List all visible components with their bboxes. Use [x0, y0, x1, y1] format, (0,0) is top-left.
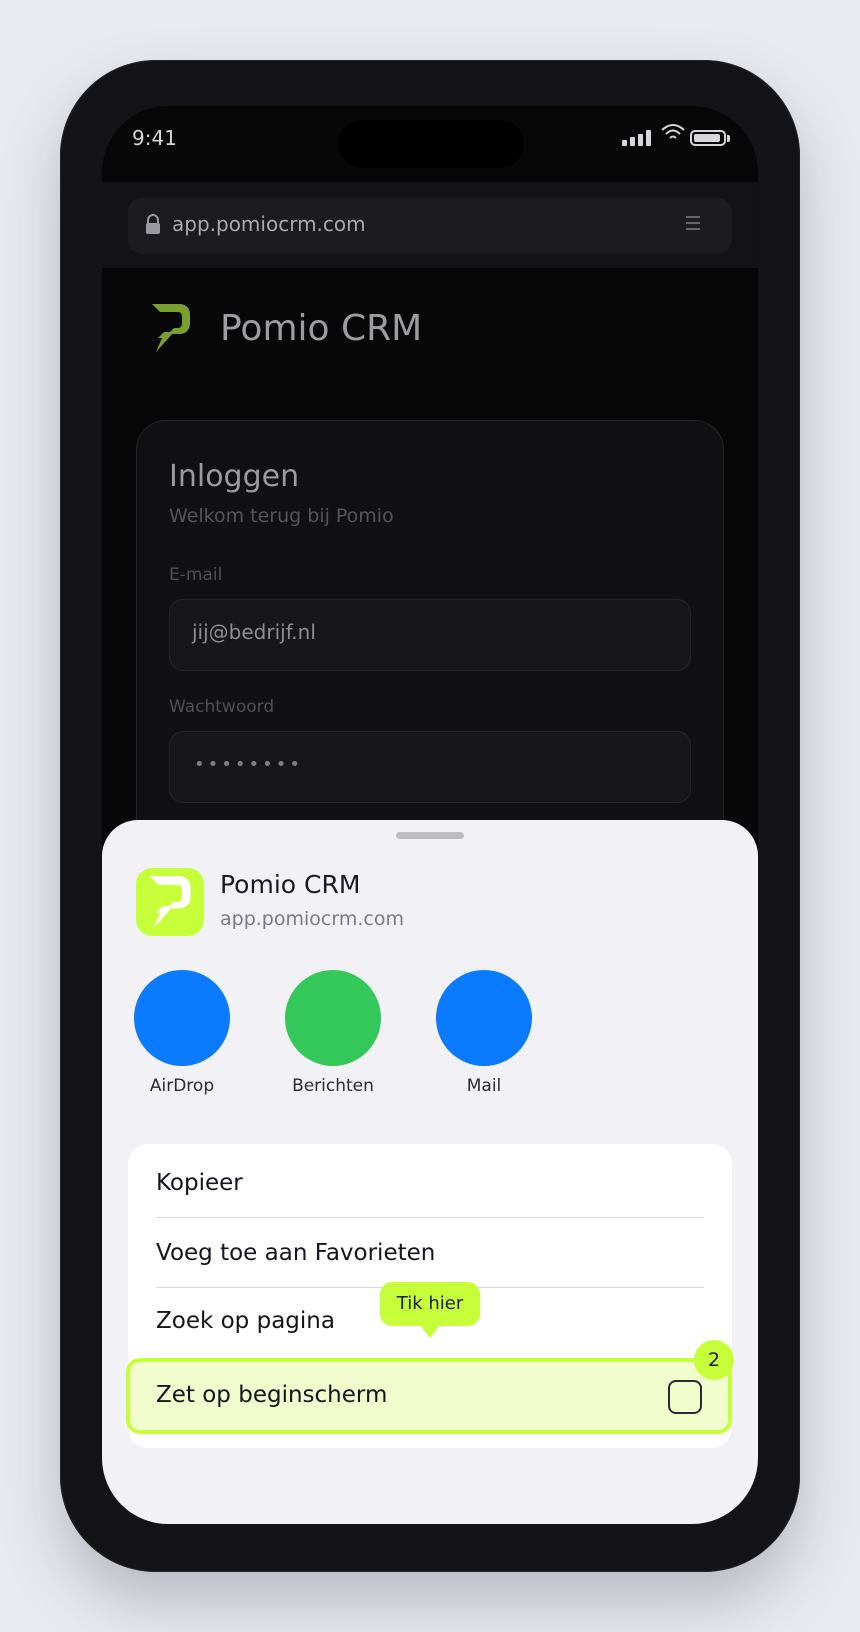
address-bar[interactable]: app.pomiocrm.com [128, 198, 732, 254]
app-icon [136, 868, 204, 936]
share-sheet: Pomio CRM app.pomiocrm.com AirDrop Beric… [102, 820, 758, 1524]
login-title: Inloggen [169, 459, 300, 494]
action-add-to-home-screen[interactable]: Zet op beginscherm [126, 1358, 732, 1434]
signal-icon [622, 130, 651, 146]
email-field[interactable]: jij@bedrijf.nl [169, 599, 691, 671]
pomio-logo-icon [149, 876, 191, 928]
action-label: Zoek op pagina [156, 1308, 335, 1334]
menu-icon[interactable] [686, 216, 700, 234]
share-target-airdrop[interactable]: AirDrop [122, 970, 242, 1096]
lock-icon [146, 214, 160, 234]
dynamic-island [338, 120, 524, 168]
battery-icon [690, 130, 730, 146]
airdrop-icon [134, 970, 230, 1066]
login-subtitle: Welkom terug bij Pomio [169, 505, 394, 527]
step-badge: 2 [694, 1340, 734, 1380]
share-app-title: Pomio CRM [220, 870, 361, 899]
messages-icon [285, 970, 381, 1066]
share-target-label: Mail [466, 1076, 502, 1096]
address-bar-url: app.pomiocrm.com [172, 212, 366, 236]
mail-icon [436, 970, 532, 1066]
action-copy[interactable]: Kopieer [128, 1148, 732, 1218]
share-target-label: AirDrop [149, 1076, 215, 1096]
action-label: Voeg toe aan Favorieten [156, 1240, 436, 1266]
password-field[interactable]: •••••••• [169, 731, 691, 803]
email-label: E-mail [169, 565, 223, 585]
add-square-icon [668, 1380, 702, 1414]
action-label: Zet op beginscherm [156, 1382, 388, 1408]
email-value: jij@bedrijf.nl [192, 620, 316, 644]
share-target-mail[interactable]: Mail [424, 970, 544, 1096]
share-target-messages[interactable]: Berichten [273, 970, 393, 1096]
phone-screen: 9:41 app.pomiocrm.com Pomio CRM Inloggen… [102, 106, 758, 1524]
password-label: Wachtwoord [169, 697, 275, 717]
status-time: 9:41 [132, 126, 177, 150]
action-add-favorites[interactable]: Voeg toe aan Favorieten [128, 1218, 732, 1288]
pomio-logo-icon [152, 304, 190, 352]
tap-here-tooltip: Tik hier [380, 1282, 480, 1338]
password-value: •••••••• [194, 754, 303, 775]
sheet-grabber[interactable] [396, 832, 464, 839]
share-target-label: Berichten [292, 1076, 374, 1096]
wifi-icon [661, 124, 685, 139]
brand-header: Pomio CRM [150, 302, 422, 354]
share-app-url: app.pomiocrm.com [220, 908, 404, 930]
brand-name: Pomio CRM [220, 307, 423, 349]
login-card: Inloggen Welkom terug bij Pomio E-mail j… [136, 420, 724, 860]
action-label: Kopieer [156, 1170, 243, 1196]
